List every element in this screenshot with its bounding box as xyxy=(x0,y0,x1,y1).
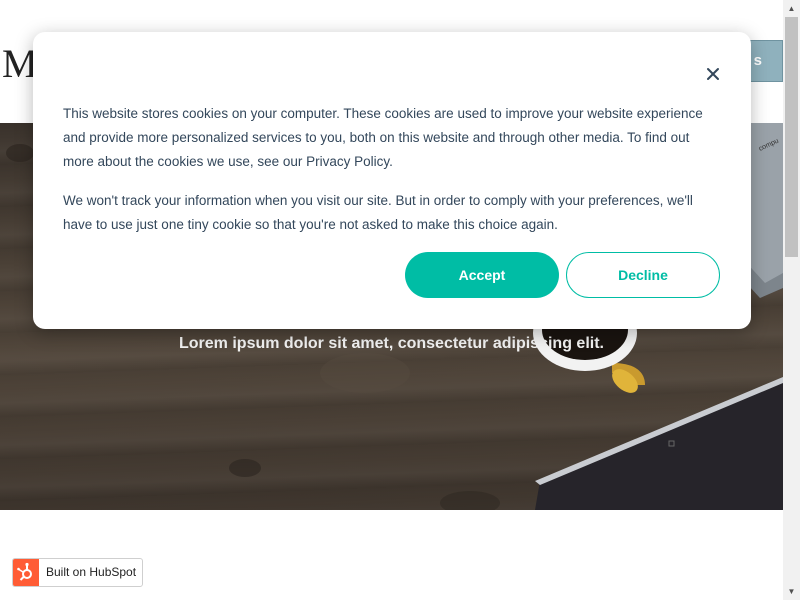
decline-cookies-button[interactable]: Decline xyxy=(566,252,720,298)
built-on-hubspot-badge[interactable]: Built on HubSpot xyxy=(12,558,143,587)
cookie-consent-banner: This website stores cookies on your comp… xyxy=(33,32,751,329)
close-icon[interactable] xyxy=(703,64,723,84)
hubspot-badge-label: Built on HubSpot xyxy=(46,565,137,579)
scroll-down-arrow-icon[interactable]: ▼ xyxy=(783,583,800,600)
cookie-preference-text: We won't track your information when you… xyxy=(63,193,693,232)
hero-subtitle: Lorem ipsum dolor sit amet, consectetur … xyxy=(179,335,604,352)
page-scrollbar[interactable]: ▲ ▼ xyxy=(783,0,800,600)
page: M s compu Lorem ipsum dolor sit amet, co… xyxy=(0,0,800,600)
scroll-up-arrow-icon[interactable]: ▲ xyxy=(783,0,800,17)
scrollbar-thumb[interactable] xyxy=(785,17,798,257)
cookie-policy-text: This website stores cookies on your comp… xyxy=(63,106,703,169)
accept-cookies-button[interactable]: Accept xyxy=(405,252,559,298)
hubspot-sprocket-icon xyxy=(13,559,39,586)
